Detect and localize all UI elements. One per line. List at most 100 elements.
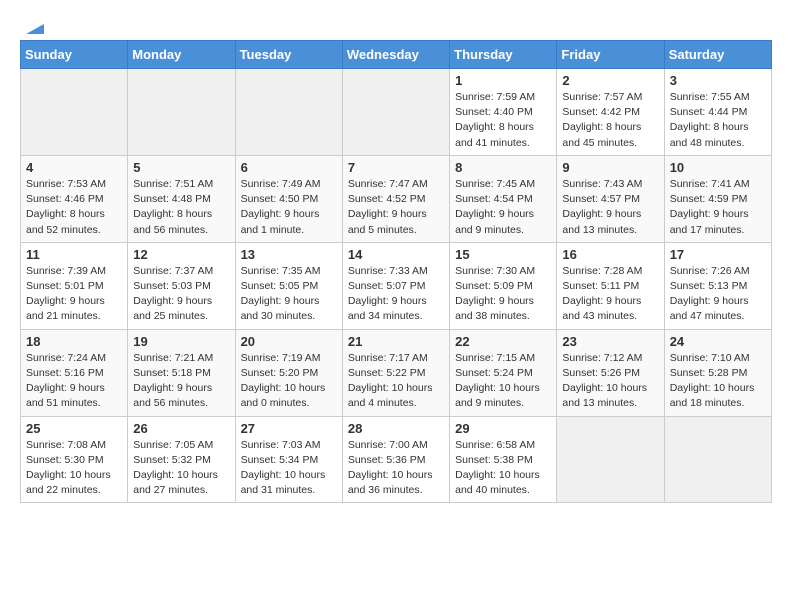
logo [20,16,44,34]
calendar-cell: 27 Sunrise: 7:03 AM Sunset: 5:34 PM Dayli… [235,416,342,503]
day-info: Sunrise: 7:33 AM Sunset: 5:07 PM Dayligh… [348,265,428,323]
calendar-cell: 10 Sunrise: 7:41 AM Sunset: 4:59 PM Dayli… [664,155,771,242]
calendar-cell [235,69,342,156]
header [20,16,772,34]
day-number: 25 [26,421,122,436]
day-number: 21 [348,334,444,349]
calendar-cell: 29 Sunrise: 6:58 AM Sunset: 5:38 PM Dayli… [450,416,557,503]
day-info: Sunrise: 7:55 AM Sunset: 4:44 PM Dayligh… [670,91,750,149]
day-number: 28 [348,421,444,436]
day-info: Sunrise: 7:05 AM Sunset: 5:32 PM Dayligh… [133,439,218,497]
calendar-cell: 4 Sunrise: 7:53 AM Sunset: 4:46 PM Daylig… [21,155,128,242]
calendar-cell: 15 Sunrise: 7:30 AM Sunset: 5:09 PM Dayli… [450,242,557,329]
day-info: Sunrise: 7:24 AM Sunset: 5:16 PM Dayligh… [26,352,106,410]
calendar-cell: 26 Sunrise: 7:05 AM Sunset: 5:32 PM Dayli… [128,416,235,503]
day-number: 9 [562,160,658,175]
day-info: Sunrise: 7:53 AM Sunset: 4:46 PM Dayligh… [26,178,106,236]
day-info: Sunrise: 7:19 AM Sunset: 5:20 PM Dayligh… [241,352,326,410]
day-number: 24 [670,334,766,349]
day-header-saturday: Saturday [664,41,771,69]
calendar-cell [557,416,664,503]
calendar-cell: 23 Sunrise: 7:12 AM Sunset: 5:26 PM Dayli… [557,329,664,416]
calendar-cell: 11 Sunrise: 7:39 AM Sunset: 5:01 PM Dayli… [21,242,128,329]
day-number: 2 [562,73,658,88]
day-info: Sunrise: 7:35 AM Sunset: 5:05 PM Dayligh… [241,265,321,323]
day-info: Sunrise: 7:51 AM Sunset: 4:48 PM Dayligh… [133,178,213,236]
calendar-cell: 3Sunrise: 7:55 AM Sunset: 4:44 PM Daylig… [664,69,771,156]
calendar-cell [21,69,128,156]
calendar-cell: 12 Sunrise: 7:37 AM Sunset: 5:03 PM Dayli… [128,242,235,329]
day-info: Sunrise: 7:45 AM Sunset: 4:54 PM Dayligh… [455,178,535,236]
day-number: 11 [26,247,122,262]
day-header-wednesday: Wednesday [342,41,449,69]
day-number: 5 [133,160,229,175]
day-info: Sunrise: 7:57 AM Sunset: 4:42 PM Dayligh… [562,91,642,149]
day-info: Sunrise: 7:08 AM Sunset: 5:30 PM Dayligh… [26,439,111,497]
day-number: 8 [455,160,551,175]
calendar-cell: 14Sunrise: 7:33 AM Sunset: 5:07 PM Dayli… [342,242,449,329]
day-number: 22 [455,334,551,349]
day-info: Sunrise: 7:37 AM Sunset: 5:03 PM Dayligh… [133,265,213,323]
day-number: 17 [670,247,766,262]
day-number: 1 [455,73,551,88]
day-info: Sunrise: 7:30 AM Sunset: 5:09 PM Dayligh… [455,265,535,323]
day-number: 20 [241,334,337,349]
day-info: Sunrise: 6:58 AM Sunset: 5:38 PM Dayligh… [455,439,540,497]
calendar-cell: 28 Sunrise: 7:00 AM Sunset: 5:36 PM Dayli… [342,416,449,503]
day-info: Sunrise: 7:12 AM Sunset: 5:26 PM Dayligh… [562,352,647,410]
day-info: Sunrise: 7:47 AM Sunset: 4:52 PM Dayligh… [348,178,428,236]
calendar-cell: 20 Sunrise: 7:19 AM Sunset: 5:20 PM Dayli… [235,329,342,416]
calendar-cell: 22 Sunrise: 7:15 AM Sunset: 5:24 PM Dayli… [450,329,557,416]
calendar-cell: 25 Sunrise: 7:08 AM Sunset: 5:30 PM Dayli… [21,416,128,503]
calendar-cell: 9 Sunrise: 7:43 AM Sunset: 4:57 PM Daylig… [557,155,664,242]
calendar-cell: 21 Sunrise: 7:17 AM Sunset: 5:22 PM Dayli… [342,329,449,416]
day-number: 12 [133,247,229,262]
day-info: Sunrise: 7:21 AM Sunset: 5:18 PM Dayligh… [133,352,213,410]
calendar-cell: 24 Sunrise: 7:10 AM Sunset: 5:28 PM Dayli… [664,329,771,416]
calendar-cell: 6 Sunrise: 7:49 AM Sunset: 4:50 PM Daylig… [235,155,342,242]
calendar-cell: 2 Sunrise: 7:57 AM Sunset: 4:42 PM Daylig… [557,69,664,156]
day-number: 16 [562,247,658,262]
calendar-cell: 19 Sunrise: 7:21 AM Sunset: 5:18 PM Dayli… [128,329,235,416]
calendar-cell [664,416,771,503]
day-info: Sunrise: 7:28 AM Sunset: 5:11 PM Dayligh… [562,265,642,323]
day-info: Sunrise: 7:39 AM Sunset: 5:01 PM Dayligh… [26,265,106,323]
day-header-tuesday: Tuesday [235,41,342,69]
day-info: Sunrise: 7:43 AM Sunset: 4:57 PM Dayligh… [562,178,642,236]
day-header-friday: Friday [557,41,664,69]
day-info: Sunrise: 7:15 AM Sunset: 5:24 PM Dayligh… [455,352,540,410]
calendar-cell: 13Sunrise: 7:35 AM Sunset: 5:05 PM Dayli… [235,242,342,329]
calendar-cell: 16 Sunrise: 7:28 AM Sunset: 5:11 PM Dayli… [557,242,664,329]
day-info: Sunrise: 7:49 AM Sunset: 4:50 PM Dayligh… [241,178,321,236]
day-number: 19 [133,334,229,349]
day-header-monday: Monday [128,41,235,69]
day-header-thursday: Thursday [450,41,557,69]
day-number: 29 [455,421,551,436]
day-number: 15 [455,247,551,262]
day-info: Sunrise: 7:26 AM Sunset: 5:13 PM Dayligh… [670,265,750,323]
day-number: 26 [133,421,229,436]
day-info: Sunrise: 7:03 AM Sunset: 5:34 PM Dayligh… [241,439,326,497]
day-info: Sunrise: 7:00 AM Sunset: 5:36 PM Dayligh… [348,439,433,497]
calendar-cell [342,69,449,156]
day-number: 23 [562,334,658,349]
day-number: 10 [670,160,766,175]
day-number: 18 [26,334,122,349]
calendar-cell: 7 Sunrise: 7:47 AM Sunset: 4:52 PM Daylig… [342,155,449,242]
day-header-sunday: Sunday [21,41,128,69]
calendar-cell: 17 Sunrise: 7:26 AM Sunset: 5:13 PM Dayli… [664,242,771,329]
calendar-cell [128,69,235,156]
day-number: 7 [348,160,444,175]
calendar-cell: 1Sunrise: 7:59 AM Sunset: 4:40 PM Daylig… [450,69,557,156]
calendar-cell: 5 Sunrise: 7:51 AM Sunset: 4:48 PM Daylig… [128,155,235,242]
day-info: Sunrise: 7:17 AM Sunset: 5:22 PM Dayligh… [348,352,433,410]
calendar-cell: 18 Sunrise: 7:24 AM Sunset: 5:16 PM Dayli… [21,329,128,416]
calendar-cell: 8 Sunrise: 7:45 AM Sunset: 4:54 PM Daylig… [450,155,557,242]
day-info: Sunrise: 7:10 AM Sunset: 5:28 PM Dayligh… [670,352,755,410]
day-number: 27 [241,421,337,436]
day-number: 4 [26,160,122,175]
calendar-table: SundayMondayTuesdayWednesdayThursdayFrid… [20,40,772,503]
logo-icon [22,16,44,38]
day-number: 6 [241,160,337,175]
day-info: Sunrise: 7:41 AM Sunset: 4:59 PM Dayligh… [670,178,750,236]
